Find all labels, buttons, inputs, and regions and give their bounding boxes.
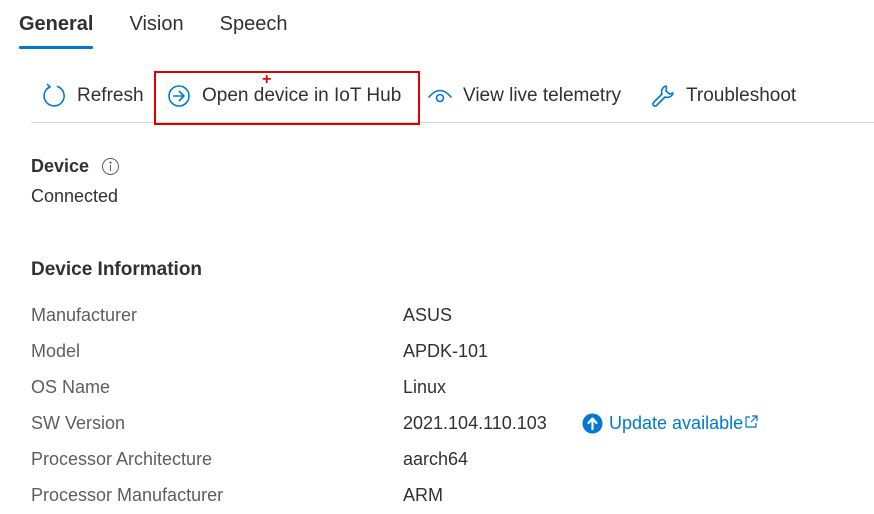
property-row-processor-manufacturer: Processor Manufacturer ARM bbox=[31, 483, 851, 514]
tab-general[interactable]: General bbox=[19, 8, 94, 52]
open-in-iot-hub-button[interactable]: Open device in IoT Hub bbox=[166, 76, 401, 116]
eye-icon bbox=[427, 83, 453, 109]
tab-bar: General Vision Speech bbox=[19, 8, 323, 52]
tab-vision[interactable]: Vision bbox=[129, 8, 183, 52]
property-value: 2021.104.110.103 bbox=[403, 413, 547, 433]
property-value: Linux bbox=[403, 377, 447, 397]
open-in-iot-hub-label: Open device in IoT Hub bbox=[202, 85, 402, 106]
arrow-up-circle-icon bbox=[582, 413, 603, 433]
property-name: SW Version bbox=[31, 413, 126, 433]
device-heading: Device bbox=[31, 156, 120, 177]
view-live-telemetry-button[interactable]: View live telemetry bbox=[427, 76, 621, 116]
troubleshoot-button[interactable]: Troubleshoot bbox=[650, 76, 796, 116]
external-link-icon bbox=[745, 414, 758, 428]
device-details-page: General Vision Speech Refresh Open devic… bbox=[0, 0, 874, 514]
info-icon[interactable] bbox=[101, 157, 120, 176]
property-name: Processor Architecture bbox=[31, 449, 213, 469]
arrow-circle-right-icon bbox=[166, 83, 192, 109]
property-name: Model bbox=[31, 341, 81, 361]
view-live-telemetry-label: View live telemetry bbox=[463, 85, 622, 106]
troubleshoot-label: Troubleshoot bbox=[686, 85, 797, 106]
wrench-icon bbox=[650, 83, 676, 109]
update-available-label: Update available bbox=[609, 413, 744, 433]
property-name: Processor Manufacturer bbox=[31, 485, 224, 505]
refresh-label: Refresh bbox=[77, 85, 144, 106]
device-information-title: Device Information bbox=[31, 259, 203, 280]
refresh-icon bbox=[41, 83, 67, 109]
property-value: APDK-101 bbox=[403, 341, 489, 361]
refresh-button[interactable]: Refresh bbox=[41, 76, 144, 116]
property-row-model: Model APDK-101 bbox=[31, 339, 851, 375]
update-available-link[interactable]: Update available bbox=[582, 411, 759, 435]
property-row-os-name: OS Name Linux bbox=[31, 375, 851, 411]
tab-speech[interactable]: Speech bbox=[220, 8, 288, 52]
property-value: ARM bbox=[403, 485, 443, 505]
property-row-processor-architecture: Processor Architecture aarch64 bbox=[31, 447, 851, 483]
device-properties: Manufacturer ASUS Model APDK-101 OS Name… bbox=[31, 303, 851, 514]
property-name: OS Name bbox=[31, 377, 111, 397]
command-bar: Refresh Open device in IoT Hub View live… bbox=[31, 72, 874, 123]
device-label: Device bbox=[31, 156, 90, 176]
property-name: Manufacturer bbox=[31, 305, 138, 325]
device-status: Connected bbox=[31, 186, 119, 206]
property-row-manufacturer: Manufacturer ASUS bbox=[31, 303, 851, 339]
property-value: aarch64 bbox=[403, 449, 469, 469]
property-value: ASUS bbox=[403, 305, 453, 325]
property-row-sw-version: SW Version 2021.104.110.103 Update avail… bbox=[31, 411, 851, 447]
